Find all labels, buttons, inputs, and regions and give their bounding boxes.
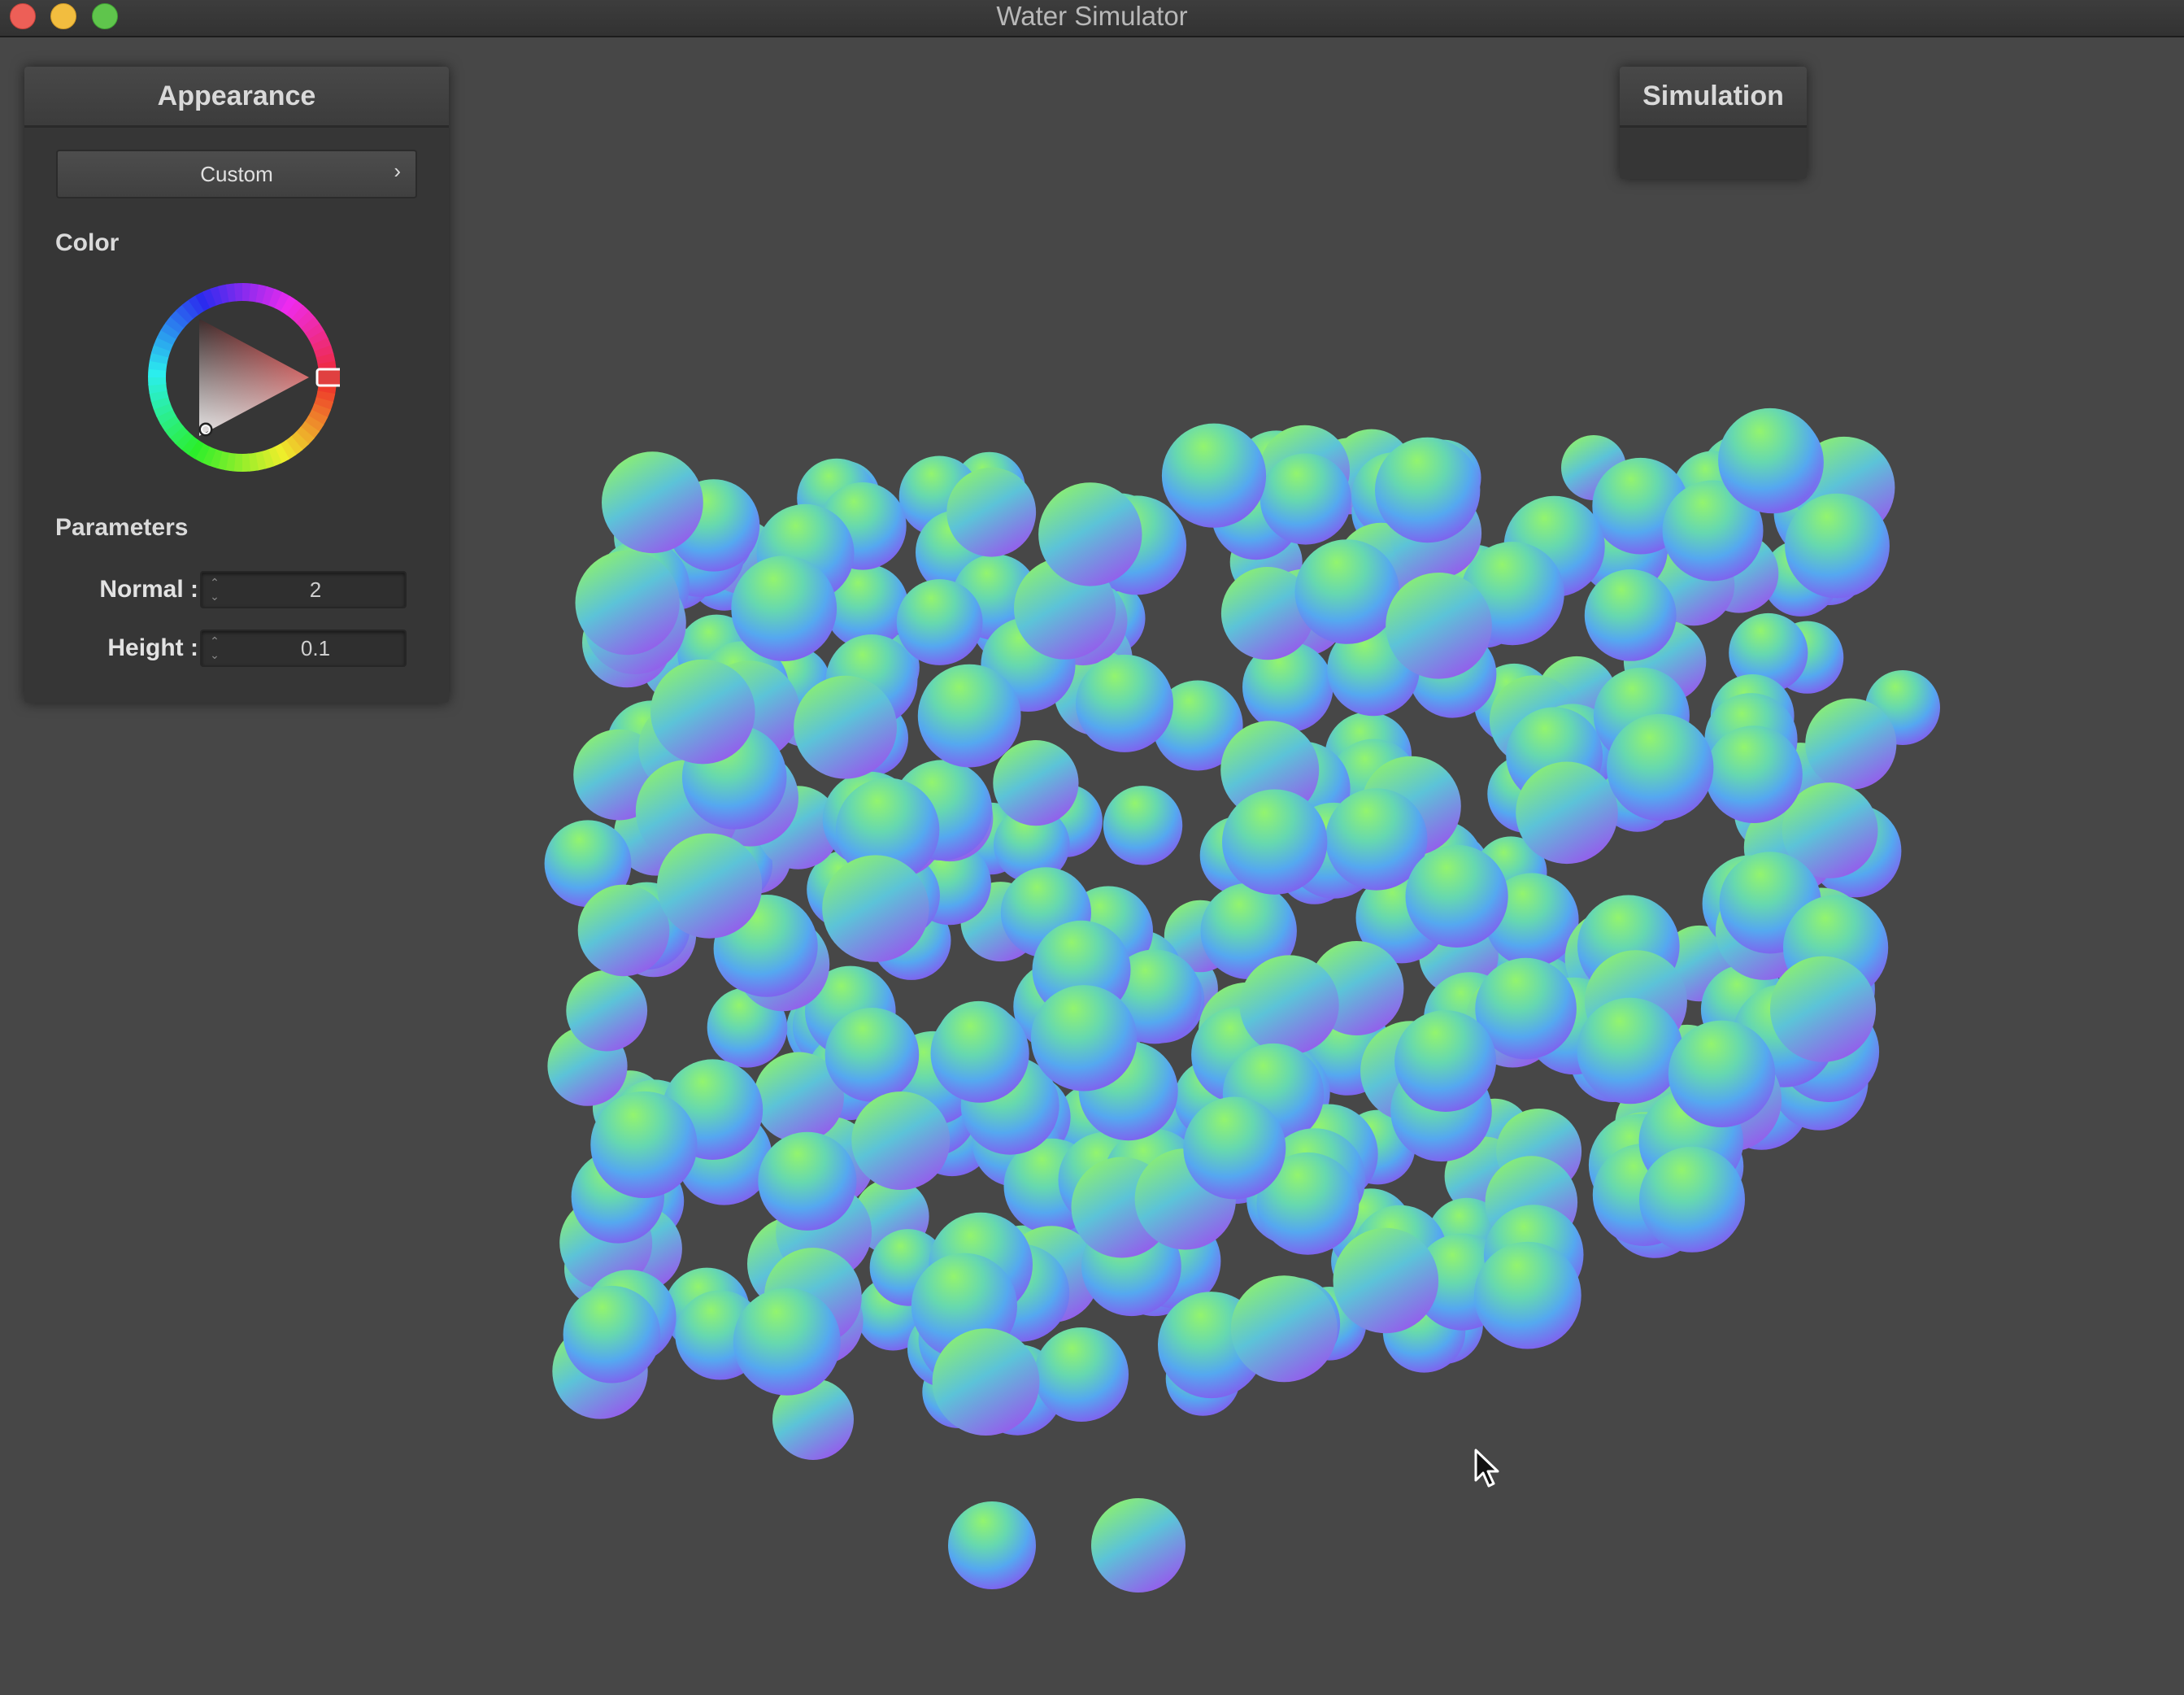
fluid-particle-sphere [1038, 482, 1142, 586]
preset-popup-button[interactable]: Custom › [56, 150, 417, 198]
fluid-particle-sphere [758, 1131, 857, 1231]
normal-value[interactable]: 2 [226, 573, 405, 607]
normal-label: Normal : [99, 576, 198, 603]
fluid-particle-sphere [896, 579, 983, 665]
fluid-particle-sphere [1639, 1146, 1745, 1253]
fluid-particle-sphere [917, 664, 1021, 768]
normal-number-field[interactable]: ⌃ ⌄ 2 [200, 571, 407, 608]
fluid-particle-sphere [1333, 1227, 1439, 1334]
mouse-pointer-icon [1474, 1449, 1499, 1488]
normal-parameter-row: Normal : ⌃ ⌄ 2 [24, 571, 449, 608]
color-wheel-picker[interactable] [145, 280, 340, 475]
fluid-particle-sphere [657, 833, 763, 939]
fluid-particle-sphere [932, 1328, 1040, 1436]
fluid-particle-sphere [1769, 956, 1877, 1062]
fluid-particle-sphere [1034, 1327, 1129, 1422]
fluid-particle-sphere [590, 1091, 698, 1198]
chevron-right-icon: › [394, 159, 401, 183]
fluid-particle-sphere [650, 659, 755, 765]
fluid-particle-sphere [1516, 761, 1618, 865]
fluid-particle-sphere [1785, 493, 1890, 599]
height-value[interactable]: 0.1 [226, 631, 405, 665]
fluid-particle-sphere [1259, 453, 1351, 545]
fluid-particle-sphere [731, 556, 837, 661]
height-parameter-row: Height : ⌃ ⌄ 0.1 [24, 630, 449, 667]
fluid-particle-sphere [1294, 539, 1400, 644]
fluid-particle-sphere [930, 1004, 1029, 1103]
fluid-particle-sphere [1386, 573, 1492, 679]
fluid-particle-sphere [993, 740, 1079, 826]
fluid-particle-sphere [1183, 1096, 1286, 1200]
fluid-particle-sphere [1607, 713, 1714, 821]
fluid-particle-sphere [824, 1008, 920, 1102]
fluid-particle-sphere [948, 1501, 1036, 1589]
fluid-particle-sphere [563, 1285, 661, 1383]
fluid-particle-sphere [1222, 789, 1328, 895]
simulation-panel: Simulation [1620, 67, 1807, 179]
fluid-particle-sphere [1076, 654, 1173, 752]
fluid-particle-sphere [794, 675, 897, 779]
fluid-particle-sphere [851, 1092, 951, 1190]
fluid-particle-sphere [1718, 407, 1822, 512]
triangle-whiteness-overlay [199, 319, 309, 436]
fluid-particle-sphere [1668, 1020, 1776, 1128]
fluid-particle-sphere [1394, 1010, 1497, 1112]
appearance-panel-title[interactable]: Appearance [24, 67, 449, 128]
fluid-particle-sphere [575, 550, 680, 656]
fluid-particle-sphere [1103, 786, 1183, 865]
fluid-particle-sphere [1584, 569, 1677, 661]
window-titlebar[interactable]: Water Simulator [0, 0, 2184, 37]
fluid-particle-sphere [1230, 1275, 1338, 1383]
preset-label: Custom [200, 162, 273, 186]
fluid-particle-sphere [1805, 698, 1897, 790]
fluid-particle-sphere [1405, 844, 1508, 948]
appearance-panel: Appearance Custom › Color Parameters Nor… [24, 67, 449, 703]
fluid-particle-sphere [1091, 1498, 1186, 1593]
parameters-section-label: Parameters [55, 514, 189, 541]
fluid-particle-sphere [946, 467, 1037, 557]
fluid-particle-sphere [1375, 437, 1481, 543]
fluid-particle-sphere [1239, 955, 1339, 1055]
fluid-particle-sphere [566, 970, 648, 1052]
fluid-particle-sphere [733, 1288, 841, 1396]
fluid-particle-sphere [1577, 997, 1683, 1105]
simulation-panel-title[interactable]: Simulation [1620, 67, 1807, 128]
fluid-particle-sphere [1705, 725, 1803, 823]
fluid-particle-sphere [577, 884, 670, 977]
height-label: Height : [107, 634, 198, 661]
fluid-particle-sphere [602, 451, 703, 554]
fluid-particle-sphere [1473, 1241, 1581, 1349]
window-title: Water Simulator [996, 1, 1188, 31]
fluid-particle-sphere [1161, 423, 1267, 528]
fluid-particle-sphere [822, 855, 929, 962]
fluid-particle-sphere [1030, 985, 1138, 1092]
color-section-label: Color [55, 229, 120, 256]
stepper-icon[interactable]: ⌃ ⌄ [208, 634, 221, 662]
hue-selector-handle[interactable] [315, 368, 340, 387]
stepper-icon[interactable]: ⌃ ⌄ [208, 576, 221, 603]
height-number-field[interactable]: ⌃ ⌄ 0.1 [200, 630, 407, 667]
